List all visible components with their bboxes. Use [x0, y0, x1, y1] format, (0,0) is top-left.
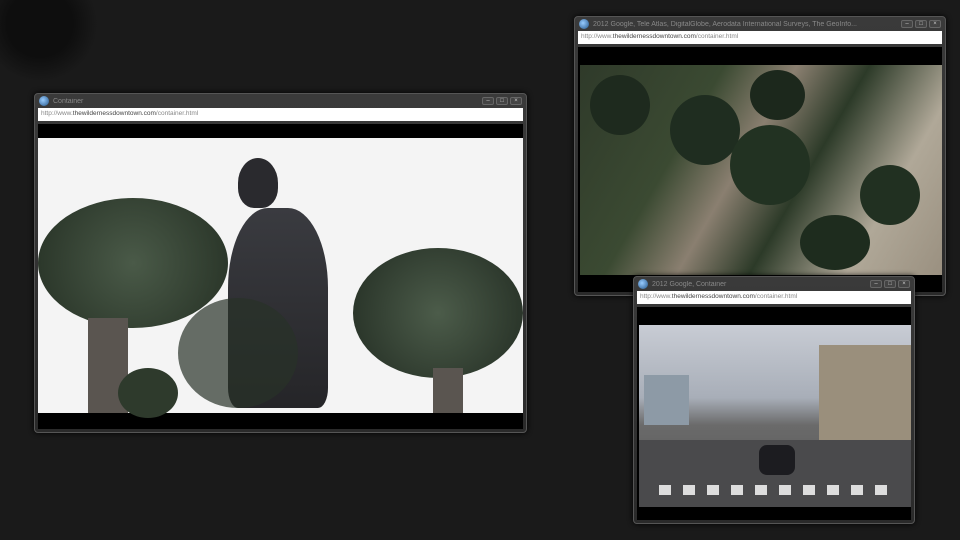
street-view-content — [637, 307, 911, 520]
minimize-button[interactable]: – — [482, 97, 494, 105]
video-content — [38, 124, 523, 429]
close-button[interactable]: × — [898, 280, 910, 288]
close-button[interactable]: × — [510, 97, 522, 105]
close-button[interactable]: × — [929, 20, 941, 28]
title-bar[interactable]: 2012 Google, Container – □ × — [634, 277, 914, 291]
url-domain: thewildernessdowntown.com — [671, 293, 755, 300]
url-path: /container.html — [695, 33, 739, 40]
url-domain: thewildernessdowntown.com — [612, 33, 696, 40]
url-prefix: http://www. — [41, 110, 73, 117]
address-bar[interactable]: http://www.thewildernessdowntown.com/con… — [578, 31, 942, 44]
background-tree — [0, 0, 100, 80]
address-bar[interactable]: http://www.thewildernessdowntown.com/con… — [637, 291, 911, 304]
url-path: /container.html — [155, 110, 199, 117]
title-bar[interactable]: Container – □ × — [35, 94, 526, 108]
browser-window-runner[interactable]: Container – □ × http://www.thewildernessdo… — [34, 93, 527, 433]
browser-window-street[interactable]: 2012 Google, Container – □ × http://www.th… — [633, 276, 915, 524]
maximize-button[interactable]: □ — [496, 97, 508, 105]
url-domain: thewildernessdowntown.com — [72, 110, 156, 117]
minimize-button[interactable]: – — [901, 20, 913, 28]
map-content — [578, 47, 942, 292]
browser-window-aerial[interactable]: 2012 Google, Tele Atlas, DigitalGlobe, A… — [574, 16, 946, 296]
browser-icon — [39, 96, 49, 106]
browser-icon — [638, 279, 648, 289]
maximize-button[interactable]: □ — [915, 20, 927, 28]
minimize-button[interactable]: – — [870, 280, 882, 288]
title-bar[interactable]: 2012 Google, Tele Atlas, DigitalGlobe, A… — [575, 17, 945, 31]
url-prefix: http://www. — [581, 33, 613, 40]
url-prefix: http://www. — [640, 293, 672, 300]
window-title: 2012 Google, Tele Atlas, DigitalGlobe, A… — [593, 20, 857, 28]
browser-icon — [579, 19, 589, 29]
window-title: Container — [53, 97, 84, 105]
maximize-button[interactable]: □ — [884, 280, 896, 288]
window-title: 2012 Google, Container — [652, 280, 727, 288]
url-path: /container.html — [754, 293, 798, 300]
address-bar[interactable]: http://www.thewildernessdowntown.com/con… — [38, 108, 523, 121]
